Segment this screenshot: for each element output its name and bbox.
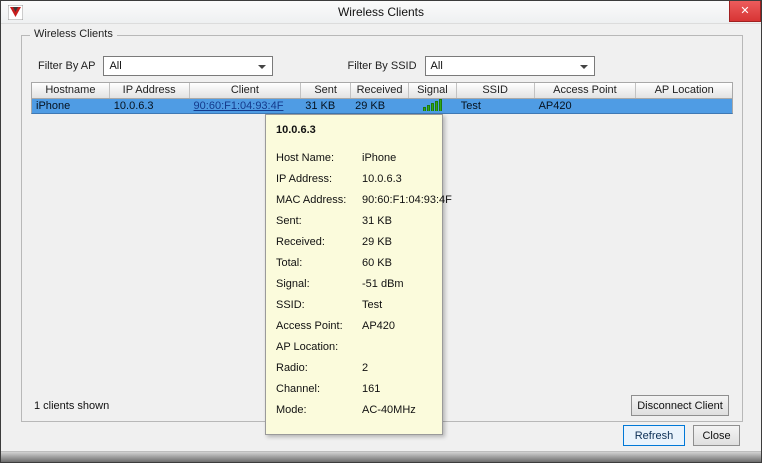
refresh-button[interactable]: Refresh: [623, 425, 685, 446]
window-footer: [1, 451, 761, 462]
tooltip-field-row: Access Point:AP420: [276, 320, 432, 341]
column-header-received[interactable]: Received: [351, 83, 409, 98]
tooltip-field-row: Mode:AC-40MHz: [276, 404, 432, 425]
tooltip-field-value: -51 dBm: [362, 278, 432, 299]
groupbox-label: Wireless Clients: [30, 28, 117, 40]
tooltip-field-row: Channel:161: [276, 383, 432, 404]
cell-client-mac: 90:60:F1:04:93:4F: [190, 99, 302, 113]
column-header-ssid[interactable]: SSID: [457, 83, 535, 98]
tooltip-field-value: 161: [362, 383, 432, 404]
client-tooltip: 10.0.6.3 Host Name:iPhone IP Address:10.…: [265, 114, 443, 435]
tooltip-field-label: Signal:: [276, 278, 362, 299]
tooltip-field-row: Sent:31 KB: [276, 215, 432, 236]
column-header-access-point[interactable]: Access Point: [535, 83, 637, 98]
tooltip-field-label: AP Location:: [276, 341, 362, 362]
tooltip-field-row: Radio:2: [276, 362, 432, 383]
cell-ssid: Test: [457, 99, 535, 113]
column-header-client[interactable]: Client: [190, 83, 302, 98]
tooltip-field-label: SSID:: [276, 299, 362, 320]
cell-access-point: AP420: [535, 99, 637, 113]
wireless-clients-dialog: Wireless Clients ✕ Wireless Clients Filt…: [0, 0, 762, 463]
title-bar[interactable]: Wireless Clients ✕: [1, 1, 761, 24]
tooltip-field-value: 31 KB: [362, 215, 432, 236]
tooltip-field-value: 60 KB: [362, 257, 432, 278]
tooltip-field-value: Test: [362, 299, 432, 320]
cell-hostname: iPhone: [32, 99, 110, 113]
filter-by-ap-label: Filter By AP: [38, 60, 95, 72]
tooltip-field-row: Signal:-51 dBm: [276, 278, 432, 299]
cell-received: 29 KB: [351, 99, 409, 113]
column-header-ap-location[interactable]: AP Location: [636, 83, 732, 98]
chevron-down-icon: [258, 65, 266, 69]
tooltip-field-value: iPhone: [362, 152, 432, 173]
close-icon[interactable]: ✕: [729, 1, 761, 22]
tooltip-field-label: Mode:: [276, 404, 362, 425]
tooltip-field-value: AP420: [362, 320, 432, 341]
tooltip-field-label: Host Name:: [276, 152, 362, 173]
tooltip-field-row: SSID:Test: [276, 299, 432, 320]
tooltip-field-label: Sent:: [276, 215, 362, 236]
tooltip-field-label: MAC Address:: [276, 194, 362, 215]
signal-strength-icon: [423, 99, 442, 111]
column-header-signal[interactable]: Signal: [409, 83, 457, 98]
tooltip-field-value: 90:60:F1:04:93:4F: [362, 194, 452, 215]
tooltip-field-value: AC-40MHz: [362, 404, 432, 425]
tooltip-field-value: 2: [362, 362, 432, 383]
filter-by-ap-value: All: [109, 60, 121, 72]
tooltip-title: 10.0.6.3: [276, 124, 432, 136]
filter-by-ap-select[interactable]: All: [103, 56, 273, 76]
table-header: Hostname IP Address Client Sent Received…: [31, 82, 733, 99]
tooltip-field-label: IP Address:: [276, 173, 362, 194]
disconnect-client-button[interactable]: Disconnect Client: [631, 395, 729, 416]
tooltip-field-row: Host Name:iPhone: [276, 152, 432, 173]
tooltip-field-label: Radio:: [276, 362, 362, 383]
clients-shown-status: 1 clients shown: [34, 400, 109, 412]
filter-by-ssid-select[interactable]: All: [425, 56, 595, 76]
cell-ap-location: [636, 99, 732, 113]
tooltip-field-value: 29 KB: [362, 236, 432, 257]
tooltip-field-label: Access Point:: [276, 320, 362, 341]
filter-by-ssid-value: All: [431, 60, 443, 72]
client-mac-link[interactable]: 90:60:F1:04:93:4F: [194, 100, 284, 112]
tooltip-field-row: AP Location:: [276, 341, 432, 362]
filter-row: Filter By AP All Filter By SSID All: [38, 56, 595, 76]
tooltip-field-row: Total:60 KB: [276, 257, 432, 278]
tooltip-field-value: [362, 341, 432, 362]
window-title: Wireless Clients: [1, 5, 761, 19]
column-header-ip-address[interactable]: IP Address: [110, 83, 190, 98]
tooltip-field-label: Total:: [276, 257, 362, 278]
cell-ip-address: 10.0.6.3: [110, 99, 190, 113]
cell-signal: [409, 99, 457, 113]
close-button[interactable]: Close: [693, 425, 740, 446]
tooltip-field-row: MAC Address:90:60:F1:04:93:4F: [276, 194, 432, 215]
tooltip-field-value: 10.0.6.3: [362, 173, 432, 194]
column-header-sent[interactable]: Sent: [301, 83, 351, 98]
column-header-hostname[interactable]: Hostname: [32, 83, 110, 98]
filter-by-ssid-label: Filter By SSID: [347, 60, 416, 72]
clients-table: Hostname IP Address Client Sent Received…: [31, 82, 733, 114]
cell-sent: 31 KB: [301, 99, 351, 113]
tooltip-field-label: Received:: [276, 236, 362, 257]
table-row[interactable]: iPhone 10.0.6.3 90:60:F1:04:93:4F 31 KB …: [31, 99, 733, 114]
wireless-clients-group: Wireless Clients Filter By AP All Filter…: [21, 35, 743, 422]
tooltip-field-row: Received:29 KB: [276, 236, 432, 257]
tooltip-field-row: IP Address:10.0.6.3: [276, 173, 432, 194]
chevron-down-icon: [580, 65, 588, 69]
tooltip-field-label: Channel:: [276, 383, 362, 404]
